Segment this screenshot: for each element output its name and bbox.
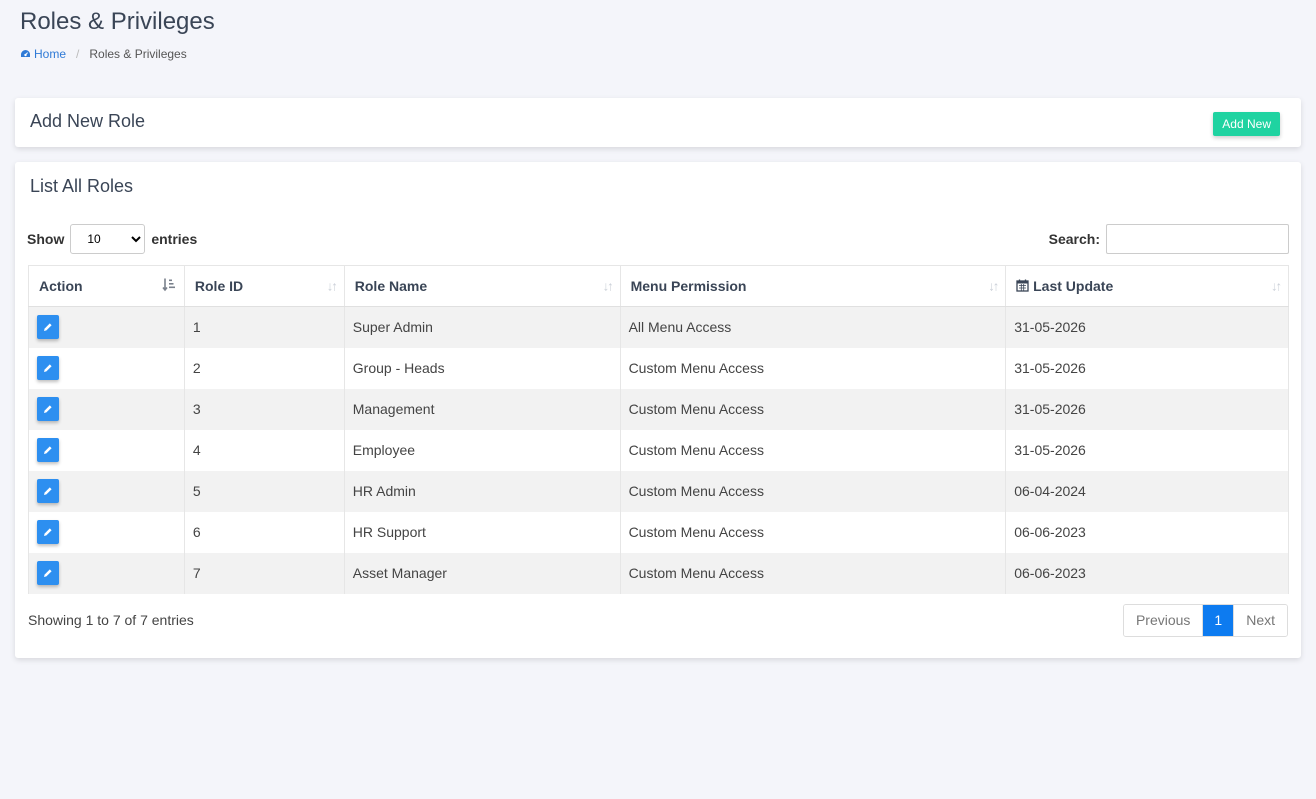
table-row: 6 HR Support Custom Menu Access 06-06-2023: [28, 511, 1289, 553]
page-length-select[interactable]: 10: [70, 224, 146, 254]
menu-permission-cell: Custom Menu Access: [619, 511, 1007, 553]
header-label: Role Name: [354, 278, 428, 294]
menu-permission-cell: Custom Menu Access: [619, 552, 1007, 594]
edit-role-button[interactable]: [37, 561, 59, 585]
menu-permission-cell: Custom Menu Access: [619, 429, 1007, 471]
role-name-cell: Super Admin: [343, 306, 621, 348]
add-role-title: Add New Role: [30, 111, 146, 131]
role-id-cell: 5: [183, 470, 345, 512]
breadcrumb-home-link[interactable]: Home: [20, 47, 66, 61]
last-update-cell: 06-06-2023: [1005, 511, 1289, 553]
pencil-icon: [44, 323, 52, 332]
add-role-card: Add New Role Add New: [15, 98, 1301, 147]
pencil-icon: [44, 364, 52, 372]
pencil-icon: [44, 446, 52, 454]
action-cell: [28, 552, 185, 594]
sort-arrows-icon: ↓↑: [1271, 278, 1282, 294]
column-header-menu-permission[interactable]: Menu Permission ↓↑: [619, 265, 1007, 307]
action-cell: [28, 388, 185, 430]
show-label: Show: [27, 231, 65, 247]
edit-role-button[interactable]: [37, 397, 59, 421]
search-label: Search:: [1048, 231, 1100, 247]
role-id-cell: 2: [183, 347, 345, 389]
column-header-role-id[interactable]: Role ID ↓↑: [183, 265, 345, 307]
roles-table-body: 1 Super Admin All Menu Access 31-05-2026 2 Gr…: [28, 306, 1289, 594]
roles-table: Action Role ID ↓↑ Role Name ↓↑ Menu Perm…: [28, 265, 1289, 594]
last-update-cell: 06-04-2024: [1005, 470, 1289, 512]
table-row: 2 Group - Heads Custom Menu Access 31-05-20…: [28, 347, 1289, 389]
search-control: Search:: [1049, 224, 1289, 254]
breadcrumb-separator: /: [76, 47, 80, 61]
role-id-cell: 1: [183, 306, 345, 348]
table-row: 3 Management Custom Menu Access 31-05-2026: [28, 388, 1289, 430]
column-header-action[interactable]: Action: [28, 265, 185, 307]
sort-asc-icon: [162, 278, 176, 295]
list-roles-title: List All Roles: [30, 176, 134, 196]
sort-arrows-icon: ↓↑: [988, 278, 999, 294]
pencil-icon: [44, 569, 52, 577]
page-1-button[interactable]: 1: [1202, 605, 1234, 636]
pencil-icon: [44, 528, 52, 536]
role-id-cell: 3: [183, 388, 345, 430]
table-header-row: Action Role ID ↓↑ Role Name ↓↑ Menu Perm…: [28, 265, 1289, 307]
menu-permission-cell: Custom Menu Access: [619, 388, 1007, 430]
table-row: 7 Asset Manager Custom Menu Access 06-06-20…: [28, 552, 1289, 594]
action-cell: [28, 306, 185, 348]
sort-arrows-icon: ↓↑: [602, 278, 614, 294]
last-update-cell: 06-06-2023: [1005, 552, 1289, 594]
role-id-cell: 6: [183, 511, 345, 553]
action-cell: [28, 347, 185, 389]
table-row: 5 HR Admin Custom Menu Access 06-04-2024: [28, 470, 1289, 512]
edit-role-button[interactable]: [37, 356, 59, 380]
dashboard-icon: [21, 50, 30, 57]
breadcrumb-current: Roles & Privileges: [89, 47, 187, 61]
header-label: Menu Permission: [630, 278, 747, 294]
table-row: 1 Super Admin All Menu Access 31-05-2026: [28, 306, 1289, 348]
search-input[interactable]: [1106, 224, 1289, 254]
pencil-icon: [44, 405, 52, 413]
menu-permission-cell: All Menu Access: [619, 306, 1007, 348]
edit-role-button[interactable]: [37, 479, 59, 503]
entries-label: entries: [151, 231, 198, 247]
page-title: Roles & Privileges: [20, 8, 215, 35]
role-name-cell: HR Support: [343, 511, 621, 553]
pagination: Previous 1 Next: [1122, 604, 1288, 637]
last-update-cell: 31-05-2026: [1005, 388, 1289, 430]
column-header-last-update[interactable]: Last Update ↓↑: [1005, 265, 1289, 307]
menu-permission-cell: Custom Menu Access: [619, 470, 1007, 512]
header-label: Action: [39, 278, 83, 294]
role-name-cell: Employee: [343, 429, 621, 471]
last-update-cell: 31-05-2026: [1005, 347, 1289, 389]
roles-list-card: List All Roles Show 10 entries Search: A…: [15, 162, 1301, 658]
calendar-icon: [1016, 279, 1029, 292]
role-name-cell: Management: [343, 388, 621, 430]
menu-permission-cell: Custom Menu Access: [619, 347, 1007, 389]
table-info: Showing 1 to 7 of 7 entries: [28, 612, 194, 628]
breadcrumb: Home / Roles & Privileges: [20, 47, 187, 61]
sort-arrows-icon: ↓↑: [326, 278, 338, 294]
edit-role-button[interactable]: [37, 315, 59, 340]
role-id-cell: 7: [183, 552, 345, 594]
role-id-cell: 4: [183, 429, 345, 471]
role-name-cell: Asset Manager: [343, 552, 621, 594]
action-cell: [28, 470, 185, 512]
role-name-cell: HR Admin: [343, 470, 621, 512]
edit-role-button[interactable]: [37, 438, 59, 462]
action-cell: [28, 511, 185, 553]
last-update-cell: 31-05-2026: [1005, 306, 1289, 348]
last-update-cell: 31-05-2026: [1005, 429, 1289, 471]
role-name-cell: Group - Heads: [343, 347, 621, 389]
column-header-role-name[interactable]: Role Name ↓↑: [343, 265, 621, 307]
page-length-control: Show 10 entries: [27, 224, 197, 254]
header-label: Last Update: [1033, 278, 1114, 294]
edit-role-button[interactable]: [37, 520, 59, 544]
header-label: Role ID: [194, 278, 244, 294]
pencil-icon: [44, 487, 52, 495]
add-new-button[interactable]: Add New: [1213, 112, 1280, 136]
action-cell: [28, 429, 185, 471]
previous-page-button[interactable]: Previous: [1123, 605, 1203, 636]
next-page-button[interactable]: Next: [1233, 605, 1287, 636]
breadcrumb-home-label: Home: [34, 47, 67, 61]
table-row: 4 Employee Custom Menu Access 31-05-2026: [28, 429, 1289, 471]
